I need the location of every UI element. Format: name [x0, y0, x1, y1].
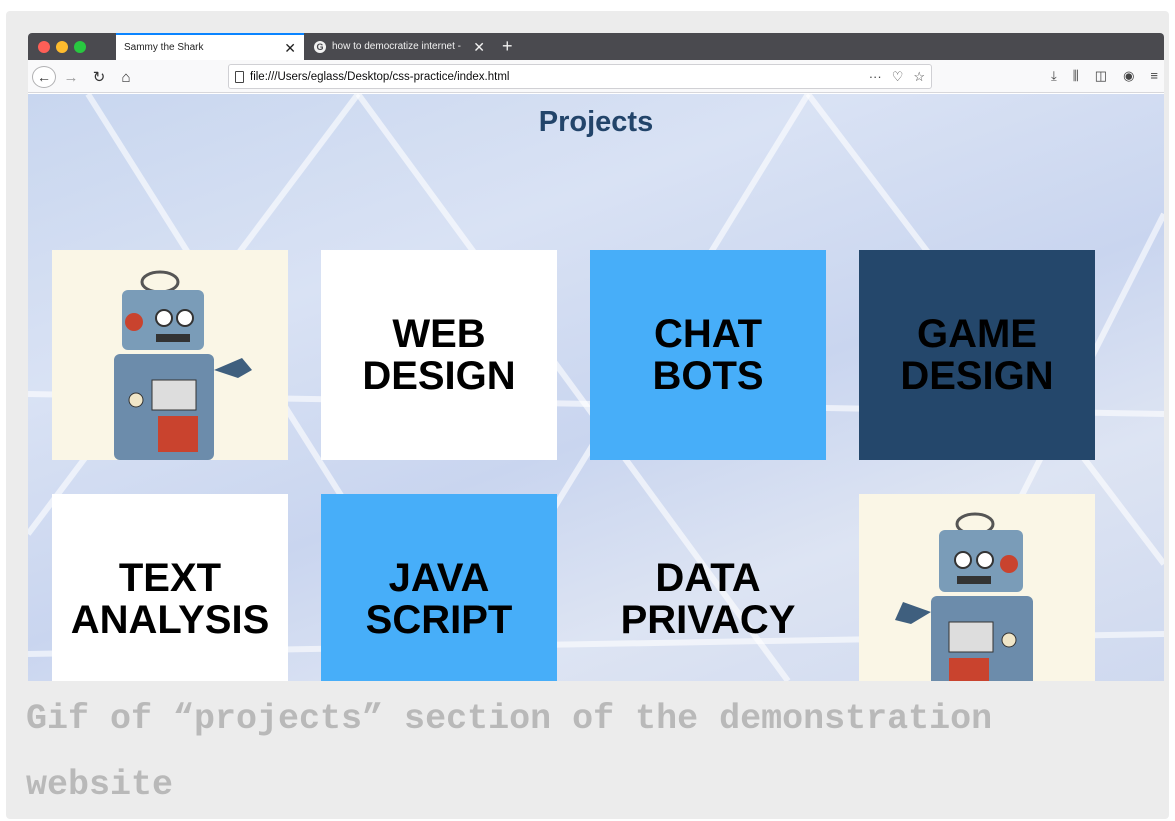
page-icon [235, 70, 244, 83]
home-icon[interactable]: ⌂ [117, 66, 135, 88]
tile-label: TEXT ANALYSIS [70, 556, 270, 642]
back-icon[interactable]: ← [32, 66, 56, 88]
robot-image [52, 250, 288, 460]
tab-label: how to democratize internet - [332, 41, 461, 52]
forward-icon[interactable]: → [62, 66, 80, 88]
tile-web-design[interactable]: WEB DESIGN [321, 250, 557, 460]
close-window-icon[interactable] [38, 41, 50, 53]
library-icon[interactable]: ⫼ [1073, 68, 1079, 84]
star-icon[interactable]: ☆ [913, 69, 925, 85]
tab-label: Sammy the Shark [124, 42, 204, 53]
navigation-toolbar: ← → ↻ ⌂ file:///Users/eglass/Desktop/css… [28, 60, 1164, 93]
tile-label: CHAT BOTS [652, 312, 764, 398]
download-icon[interactable]: ⤓ [1051, 68, 1057, 84]
page-title: Projects [538, 106, 654, 138]
tile-text-analysis[interactable]: TEXT ANALYSIS [52, 494, 288, 681]
account-icon[interactable]: ◉ [1123, 68, 1134, 84]
pocket-icon[interactable]: ♡ [892, 69, 904, 85]
google-icon: G [314, 40, 326, 53]
reload-icon[interactable]: ↻ [90, 66, 108, 88]
sidebar-icon[interactable]: ◫ [1095, 68, 1107, 84]
tile-label: WEB DESIGN [362, 312, 516, 398]
tab-sammy-the-shark[interactable]: Sammy the Shark ✕ [116, 33, 304, 60]
robot-image [859, 494, 1095, 681]
tile-label: DATA PRIVACY [620, 556, 796, 642]
new-tab-icon[interactable]: + [502, 35, 513, 57]
tile-java-script[interactable]: JAVA SCRIPT [321, 494, 557, 681]
robot-illustration [52, 250, 288, 460]
tile-chat-bots[interactable]: CHAT BOTS [590, 250, 826, 460]
close-icon[interactable]: ✕ [473, 40, 485, 54]
caption: Gif of “projects” section of the demonst… [26, 699, 993, 805]
tile-label: GAME DESIGN [900, 312, 1054, 398]
page-content: Projects WEB DESIGN CHAT BOTS GAME DESIG… [28, 94, 1164, 681]
maximize-window-icon[interactable] [74, 41, 86, 53]
tab-strip: Sammy the Shark ✕ G how to democratize i… [28, 33, 1164, 60]
menu-icon[interactable]: ≡ [1150, 68, 1158, 84]
browser-window: Sammy the Shark ✕ G how to democratize i… [28, 33, 1164, 681]
page-actions-icon[interactable]: ··· [869, 69, 882, 85]
tile-game-design[interactable]: GAME DESIGN [859, 250, 1095, 460]
minimize-window-icon[interactable] [56, 41, 68, 53]
close-icon[interactable]: ✕ [284, 41, 296, 55]
tab-democratize-internet[interactable]: G how to democratize internet - ✕ [306, 33, 493, 60]
url-text[interactable]: file:///Users/eglass/Desktop/css-practic… [250, 71, 869, 83]
tile-label: JAVA SCRIPT [365, 556, 513, 642]
robot-illustration [859, 494, 1095, 681]
tile-data-privacy[interactable]: DATA PRIVACY [590, 494, 826, 681]
url-bar[interactable]: file:///Users/eglass/Desktop/css-practic… [228, 64, 932, 89]
